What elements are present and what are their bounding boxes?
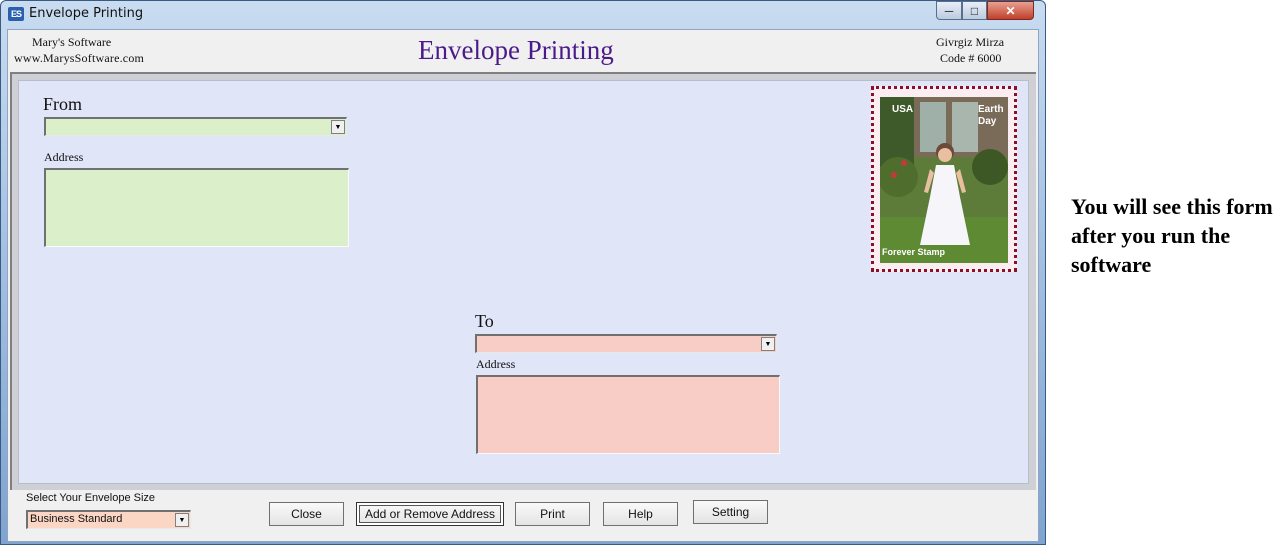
add-remove-address-button[interactable]: Add or Remove Address: [356, 502, 504, 526]
company-url: www.MarysSoftware.com: [14, 51, 145, 65]
close-icon: ✕: [1005, 4, 1016, 18]
help-button[interactable]: Help: [603, 502, 678, 526]
maximize-button[interactable]: □: [962, 1, 987, 20]
chevron-down-icon[interactable]: ▼: [761, 337, 775, 351]
company-name: Mary's Software: [32, 35, 112, 49]
from-address-field[interactable]: [44, 168, 349, 247]
user-name: Givrgiz Mirza: [936, 35, 1005, 49]
side-caption: You will see this form after you run the…: [1071, 194, 1273, 277]
from-label: From: [43, 94, 83, 114]
maximize-icon: □: [970, 4, 979, 18]
stamp-occasion-text: Earth Day: [978, 104, 1004, 127]
chevron-down-icon[interactable]: ▼: [175, 513, 189, 527]
to-label: To: [475, 311, 494, 331]
from-select[interactable]: ▼: [44, 117, 347, 136]
title-bar[interactable]: [0, 0, 1046, 28]
minimize-button[interactable]: ─: [936, 1, 962, 20]
page-title: Envelope Printing: [418, 35, 614, 65]
envelope-size-label: Select Your Envelope Size: [26, 492, 156, 504]
envelope-size-select[interactable]: Business Standard ▼: [26, 510, 191, 529]
print-button[interactable]: Print: [515, 502, 590, 526]
to-select[interactable]: ▼: [475, 334, 777, 353]
stamp-country-text: USA: [892, 104, 914, 115]
minimize-icon: ─: [944, 4, 954, 18]
close-button[interactable]: Close: [269, 502, 344, 526]
envelope-size-value: Business Standard: [30, 513, 123, 525]
close-window-button[interactable]: ✕: [987, 1, 1034, 20]
window-title: Envelope Printing: [29, 6, 144, 21]
envelope-app-icon[interactable]: ES: [8, 7, 24, 21]
chevron-down-icon[interactable]: ▼: [331, 120, 345, 134]
user-code: Code # 6000: [940, 51, 1002, 65]
to-address-field[interactable]: [476, 375, 780, 454]
to-address-label: Address: [476, 357, 516, 371]
stamp-forever-text: Forever Stamp: [882, 247, 946, 257]
from-address-label: Address: [44, 150, 84, 164]
setting-button[interactable]: Setting: [693, 500, 768, 524]
